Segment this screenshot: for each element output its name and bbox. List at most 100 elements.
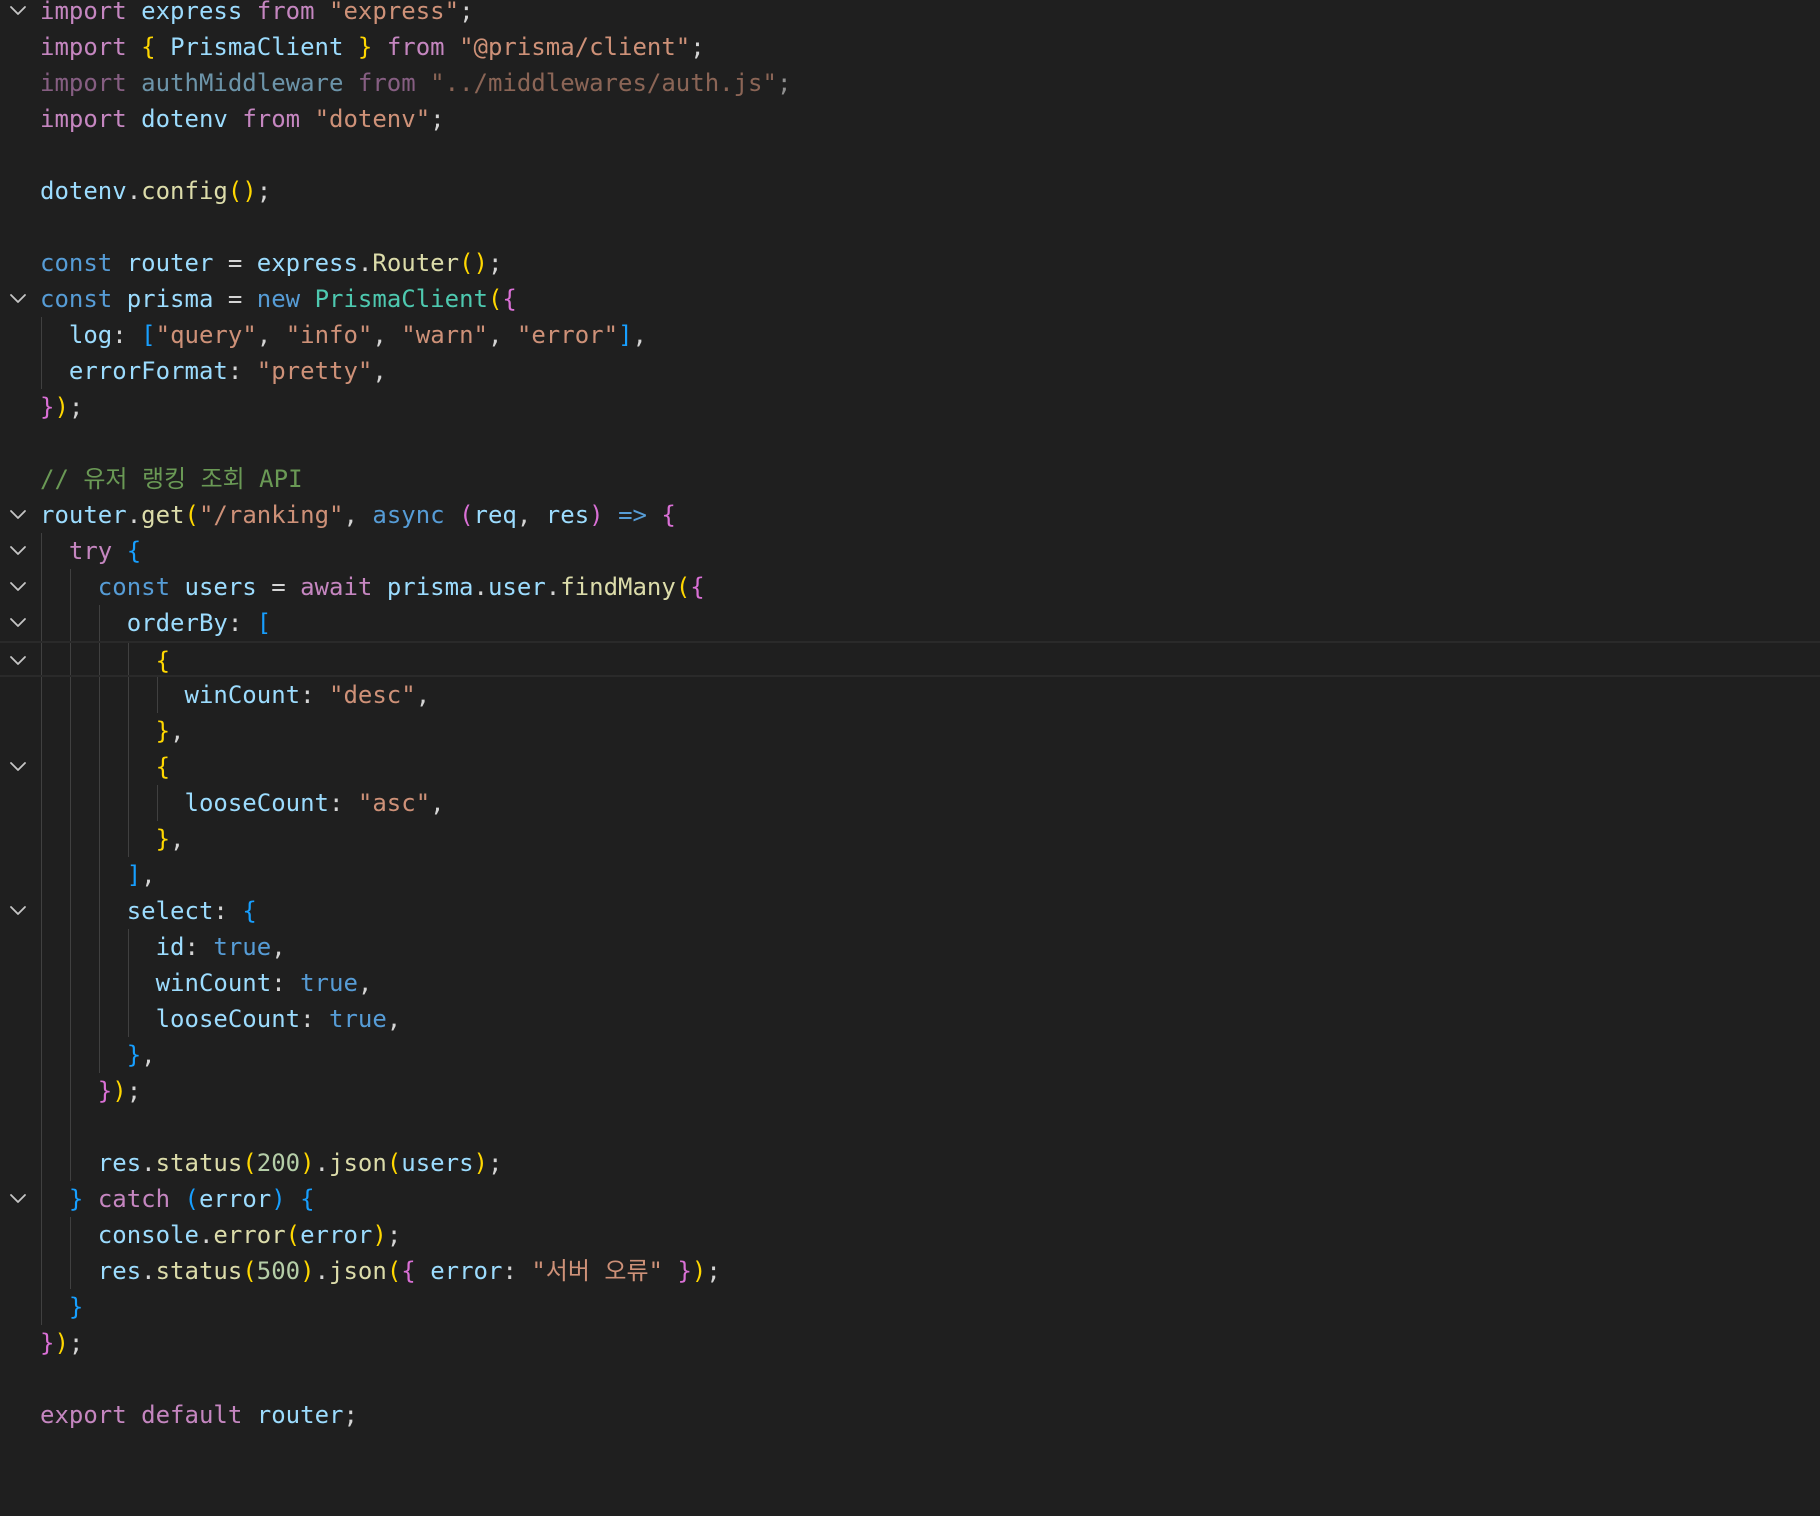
code-token: ) [54, 393, 69, 421]
code-token: router [126, 249, 214, 277]
code-line[interactable]: const users = await prisma.user.findMany… [0, 569, 1820, 605]
code-token: "warn" [401, 321, 488, 349]
code-line[interactable]: id: true, [0, 929, 1820, 965]
code-token: { [502, 285, 517, 313]
code-token: ] [126, 861, 142, 889]
chevron-down-icon[interactable] [6, 533, 30, 569]
code-token: } [40, 1329, 55, 1357]
code-token: ) [300, 1257, 315, 1285]
code-line[interactable]: winCount: true, [0, 965, 1820, 1001]
chevron-down-icon[interactable] [6, 643, 30, 679]
code-line[interactable]: winCount: "desc", [0, 677, 1820, 713]
code-line[interactable]: orderBy: [ [0, 605, 1820, 641]
code-token: "pretty" [256, 357, 373, 385]
code-token: } [40, 393, 55, 421]
code-line[interactable]: res.status(200).json(users); [0, 1145, 1820, 1181]
code-line[interactable]: import authMiddleware from "../middlewar… [0, 65, 1820, 101]
code-line[interactable]: import express from "express"; [0, 0, 1820, 29]
code-token: } [357, 33, 373, 61]
code-line[interactable] [0, 425, 1820, 461]
code-line[interactable]: const prisma = new PrismaClient({ [0, 281, 1820, 317]
code-token: = [213, 285, 257, 313]
code-token: ( [184, 1185, 199, 1213]
code-line[interactable]: }, [0, 713, 1820, 749]
code-line[interactable]: const router = express.Router(); [0, 245, 1820, 281]
code-token: , [488, 321, 517, 349]
code-token: async [372, 501, 445, 529]
code-token: from [242, 105, 301, 133]
code-line[interactable]: select: { [0, 893, 1820, 929]
code-line[interactable]: try { [0, 533, 1820, 569]
code-editor[interactable]: import express from "express"; import { P… [0, 0, 1820, 1516]
code-token: ( [242, 1149, 257, 1177]
code-line[interactable] [0, 209, 1820, 245]
code-line[interactable]: }); [0, 389, 1820, 425]
code-line[interactable]: { [0, 641, 1820, 677]
chevron-down-icon[interactable] [6, 1181, 30, 1217]
code-line[interactable]: }, [0, 1037, 1820, 1073]
code-token: : [300, 681, 329, 709]
code-line[interactable]: router.get("/ranking", async (req, res) … [0, 497, 1820, 533]
code-token: catch [97, 1185, 171, 1213]
chevron-down-icon[interactable] [6, 569, 30, 605]
code-line[interactable]: ], [0, 857, 1820, 893]
code-line[interactable]: } [0, 1289, 1820, 1325]
code-line[interactable]: import { PrismaClient } from "@prisma/cl… [0, 29, 1820, 65]
code-line[interactable]: }); [0, 1073, 1820, 1109]
code-token: error [430, 1257, 503, 1285]
code-line[interactable]: dotenv.config(); [0, 173, 1820, 209]
code-token: . [198, 1221, 214, 1249]
code-text: import express from "express"; [40, 0, 474, 29]
code-line[interactable]: log: ["query", "info", "warn", "error"], [0, 317, 1820, 353]
code-text: }, [40, 713, 185, 749]
code-line[interactable]: }); [0, 1325, 1820, 1361]
code-token: ( [459, 501, 474, 529]
code-token: ; [386, 1221, 402, 1249]
code-line[interactable] [0, 137, 1820, 173]
code-token: "@prisma/client" [459, 33, 691, 61]
code-line[interactable] [0, 1109, 1820, 1145]
code-token: const [40, 249, 113, 277]
code-line[interactable]: export default router; [0, 1397, 1820, 1433]
code-text: }); [40, 1325, 83, 1361]
code-token: ; [776, 69, 792, 97]
code-line[interactable]: looseCount: true, [0, 1001, 1820, 1037]
code-token: const [40, 285, 113, 313]
code-line[interactable]: } catch (error) { [0, 1181, 1820, 1217]
chevron-down-icon[interactable] [6, 497, 30, 533]
code-text: }, [40, 821, 185, 857]
code-text: { [40, 749, 170, 785]
code-text: winCount: true, [40, 965, 373, 1001]
code-line[interactable]: errorFormat: "pretty", [0, 353, 1820, 389]
code-line[interactable]: import dotenv from "dotenv"; [0, 101, 1820, 137]
code-line[interactable]: // 유저 랭킹 조회 API [0, 461, 1820, 497]
code-line[interactable]: looseCount: "asc", [0, 785, 1820, 821]
chevron-down-icon[interactable] [6, 893, 30, 929]
code-token: () [459, 249, 488, 277]
code-text: } catch (error) { [40, 1181, 315, 1217]
code-token: ) [112, 1077, 127, 1105]
code-line[interactable]: res.status(500).json({ error: "서버 오류" })… [0, 1253, 1820, 1289]
chevron-down-icon[interactable] [6, 0, 30, 29]
code-line[interactable]: console.error(error); [0, 1217, 1820, 1253]
code-line[interactable]: }, [0, 821, 1820, 857]
code-token: , [357, 969, 373, 997]
code-token: "asc" [357, 789, 431, 817]
code-line[interactable] [0, 1361, 1820, 1397]
chevron-down-icon[interactable] [6, 281, 30, 317]
code-text: winCount: "desc", [40, 677, 431, 713]
chevron-down-icon[interactable] [6, 605, 30, 641]
chevron-down-icon[interactable] [6, 749, 30, 785]
code-token: : [329, 789, 358, 817]
code-line[interactable]: { [0, 749, 1820, 785]
code-token: export [40, 1401, 127, 1429]
code-text: }); [40, 1073, 141, 1109]
